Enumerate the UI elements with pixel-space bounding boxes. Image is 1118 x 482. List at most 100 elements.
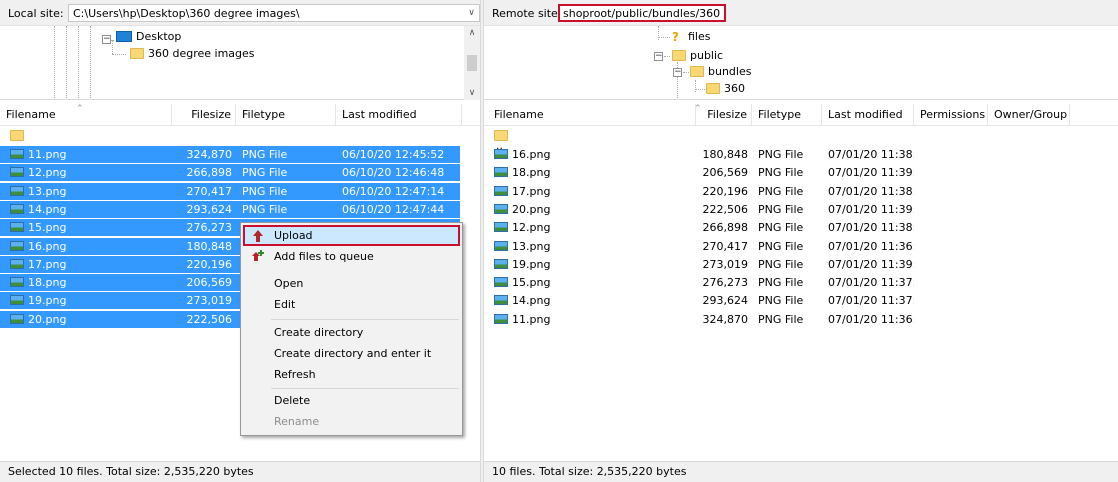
scroll-up-icon[interactable]: ∧ (464, 26, 480, 40)
tree-scrollbar[interactable]: ∧ ∨ (464, 26, 480, 100)
tree-item-bundles[interactable]: bundles (690, 64, 751, 80)
menu-item-upload[interactable]: Upload (243, 225, 460, 246)
file-size: 206,569 (702, 166, 749, 180)
local-path-input[interactable]: C:\Users\hp\Desktop\360 degree images\ (68, 4, 464, 22)
menu-item-add-to-queue[interactable]: Add files to queue (243, 246, 460, 267)
file-size: 180,848 (186, 239, 233, 253)
file-row[interactable]: 14.png 293,624 PNG File 06/10/20 12:47:44 (0, 200, 460, 218)
column-last-modified[interactable]: Last modified (336, 104, 462, 126)
column-filesize[interactable]: Filesize (172, 104, 236, 126)
local-site-bar: Local site: C:\Users\hp\Desktop\360 degr… (0, 0, 480, 26)
png-file-icon (10, 167, 24, 178)
folder-icon (494, 130, 508, 141)
remote-file-list: .. 16.png180,848PNG File07/01/20 11:38:.… (484, 127, 1118, 457)
column-filename[interactable]: Filename ⌃ (0, 104, 172, 126)
file-name-text: 18.png (512, 166, 551, 180)
local-status-bar: Selected 10 files. Total size: 2,535,220… (0, 461, 480, 482)
file-row[interactable]: 19.png 273,019 PNG File 07/01/20 11:39:... (484, 256, 1084, 273)
menu-separator (271, 388, 459, 389)
tree-guide-line (78, 26, 79, 99)
menu-item-refresh[interactable]: Refresh (243, 364, 460, 385)
collapse-icon[interactable]: − (673, 68, 682, 77)
tree-item-files[interactable]: ? files (672, 29, 710, 45)
file-name-text: 16.png (28, 239, 67, 253)
tree-guide-line (695, 89, 705, 90)
file-type: PNG File (758, 202, 804, 216)
column-permissions[interactable]: Permissions (914, 104, 988, 126)
unknown-folder-icon: ? (672, 30, 679, 44)
local-site-label: Local site: (8, 7, 64, 20)
tree-guide-line (54, 26, 55, 99)
collapse-icon[interactable]: − (654, 52, 663, 61)
file-row[interactable]: 16.png 180,848 PNG File 07/01/20 11:38:... (484, 146, 1084, 163)
column-filetype[interactable]: Filetype (752, 104, 822, 126)
file-modified: 07/01/20 11:38:... (828, 148, 914, 161)
file-name-text: 18.png (28, 276, 67, 290)
remote-list-header: Filename ⌃ Filesize Filetype Last modifi… (484, 104, 1118, 126)
remote-site-label: Remote site: (492, 7, 562, 20)
tree-item-360[interactable]: 360 (706, 81, 745, 97)
file-row[interactable]: 12.png 266,898 PNG File 07/01/20 11:38:... (484, 219, 1084, 236)
tree-item-label: files (688, 30, 711, 43)
file-type: PNG File (242, 202, 288, 216)
scroll-down-icon[interactable]: ∨ (464, 86, 480, 100)
collapse-icon[interactable]: − (102, 35, 111, 44)
tree-item-label: 360 (724, 82, 745, 95)
png-file-icon (10, 240, 24, 251)
file-row[interactable]: 18.png 206,569 PNG File 07/01/20 11:39:... (484, 164, 1084, 181)
file-name: 11.png (10, 146, 170, 163)
file-row[interactable]: 15.png 276,273 PNG File 07/01/20 11:37:... (484, 274, 1084, 291)
file-name-text: 12.png (512, 221, 551, 235)
file-name: 11.png (494, 311, 654, 328)
file-name: 14.png (10, 201, 170, 218)
menu-item-create-directory-enter[interactable]: Create directory and enter it (243, 343, 460, 364)
menu-item-label: Upload (274, 229, 313, 242)
png-file-icon (10, 313, 24, 324)
file-type: PNG File (758, 166, 804, 180)
chevron-down-icon[interactable]: ∨ (464, 4, 480, 22)
column-filesize[interactable]: Filesize (696, 104, 752, 126)
png-file-icon (10, 203, 24, 214)
folder-icon (690, 66, 704, 77)
file-size: 220,196 (702, 184, 749, 198)
file-modified: 06/10/20 12:46:48 (342, 166, 445, 180)
file-row[interactable]: 13.png 270,417 PNG File 06/10/20 12:47:14 (0, 182, 460, 200)
tree-item-desktop[interactable]: Desktop (116, 29, 181, 45)
menu-item-label: Refresh (274, 368, 316, 381)
file-row[interactable]: 13.png 270,417 PNG File 07/01/20 11:36:... (484, 238, 1084, 255)
file-row[interactable]: 17.png 220,196 PNG File 07/01/20 11:38:... (484, 183, 1084, 200)
png-file-icon (10, 258, 24, 269)
file-size: 220,196 (186, 257, 233, 271)
tree-guide-line (664, 56, 670, 57)
file-name-text: 11.png (512, 312, 551, 326)
menu-item-open[interactable]: Open (243, 273, 460, 294)
menu-item-delete[interactable]: Delete (243, 390, 460, 411)
column-last-modified[interactable]: Last modified (822, 104, 914, 126)
tree-item-360-degree-images[interactable]: 360 degree images (130, 46, 255, 62)
png-file-icon (10, 149, 24, 159)
file-size: 276,273 (186, 221, 233, 235)
remote-status-bar: 10 files. Total size: 2,535,220 bytes (484, 461, 1118, 482)
file-name: 19.png (10, 292, 170, 309)
file-row[interactable]: 11.png 324,870 PNG File 07/01/20 11:36:... (484, 311, 1084, 328)
menu-item-edit[interactable]: Edit (243, 294, 460, 315)
file-name: 15.png (10, 219, 170, 236)
column-filetype[interactable]: Filetype (236, 104, 336, 126)
column-label: Filename (494, 108, 544, 121)
scroll-thumb[interactable] (467, 55, 477, 71)
remote-path-input[interactable]: shoproot/public/bundles/360 (558, 4, 726, 22)
tree-guide-line (90, 26, 91, 99)
file-name-text: 12.png (28, 166, 67, 180)
column-owner-group[interactable]: Owner/Group (988, 104, 1070, 126)
tree-guide-line (695, 80, 696, 92)
file-row[interactable]: 11.png 324,870 PNG File 06/10/20 12:45:52 (0, 146, 460, 163)
menu-item-create-directory[interactable]: Create directory (243, 322, 460, 343)
tree-item-public[interactable]: public (672, 48, 723, 64)
column-filename[interactable]: Filename ⌃ (484, 104, 702, 126)
menu-separator (271, 319, 459, 320)
file-row[interactable]: 14.png 293,624 PNG File 07/01/20 11:37:... (484, 292, 1084, 309)
file-row[interactable]: 12.png 266,898 PNG File 06/10/20 12:46:48 (0, 164, 460, 182)
file-row[interactable]: 20.png 222,506 PNG File 07/01/20 11:39:... (484, 201, 1084, 218)
tree-guide-line (683, 72, 689, 73)
png-file-icon (494, 313, 508, 324)
